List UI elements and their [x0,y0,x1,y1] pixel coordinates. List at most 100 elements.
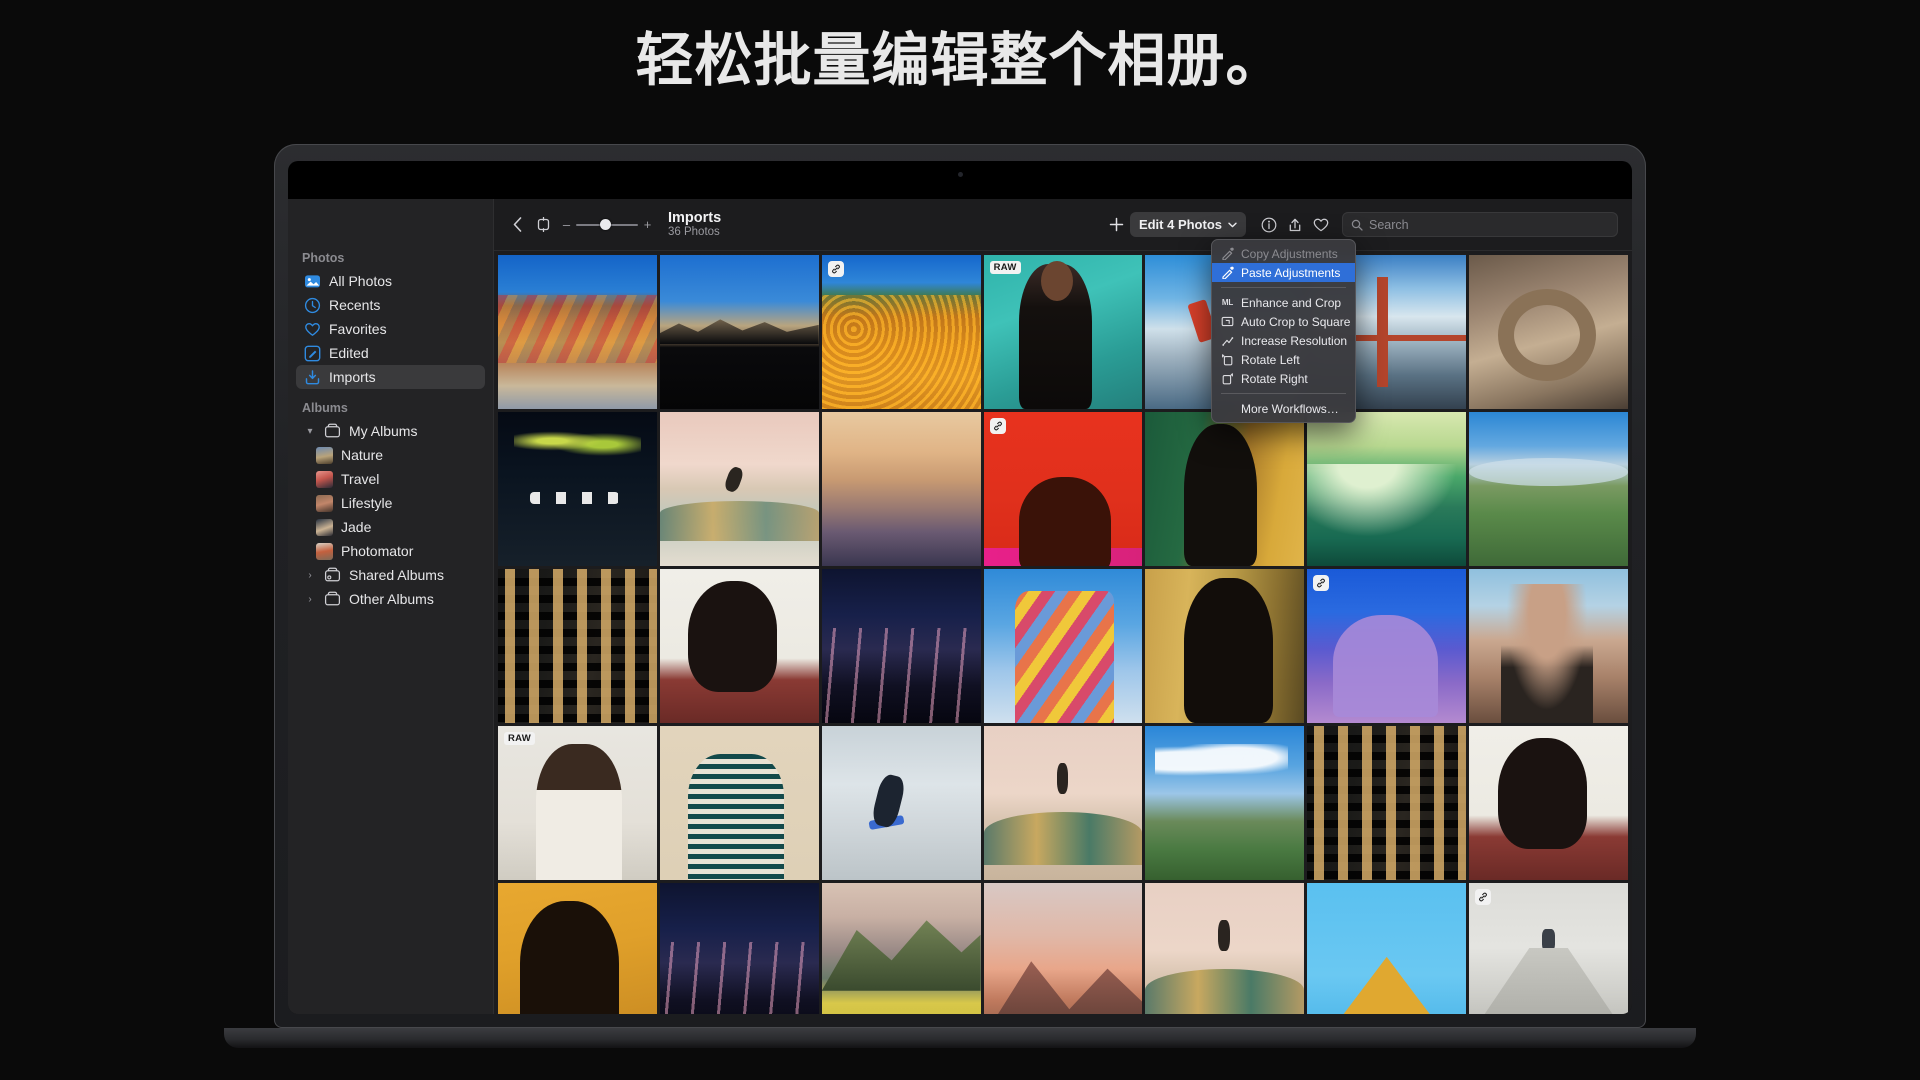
photo-thumbnail [498,569,657,723]
sidebar-item-lifestyle[interactable]: Lifestyle [296,491,485,515]
zoom-slider[interactable] [576,218,638,232]
photo-thumbnail [659,569,819,723]
photo-cell[interactable] [1145,726,1305,880]
sidebar-section-header: Albums [302,401,348,415]
photo-grid-scroll[interactable]: RAW RAW [494,251,1632,1014]
photo-cell[interactable] [821,726,981,880]
photo-cell[interactable] [659,569,819,723]
edit-photos-button[interactable]: Edit 4 Photos [1129,212,1246,237]
menu-item-enhance-and-crop[interactable]: ML Enhance and Crop [1212,293,1355,312]
webcam-icon [957,172,963,177]
photo-thumbnail [498,412,657,566]
crop-square-icon [1221,315,1234,328]
photo-cell[interactable] [1145,412,1305,566]
photo-cell[interactable]: RAW [983,255,1143,409]
photo-cell[interactable] [1145,569,1305,723]
shared-album-icon [324,567,341,584]
menu-item-copy-adjustments: Copy Adjustments [1212,244,1355,263]
sidebar-item-nature[interactable]: Nature [296,443,485,467]
sidebar-item-favorites[interactable]: Favorites [296,317,485,341]
photo-cell[interactable] [498,412,657,566]
sidebar-item-shared-albums[interactable]: › Shared Albums [296,563,485,587]
disclosure-triangle-icon[interactable]: › [304,570,316,581]
photo-cell[interactable] [659,726,819,880]
sidebar-item-jade[interactable]: Jade [296,515,485,539]
photo-cell[interactable] [1145,883,1305,1014]
thumb-nature [316,446,333,464]
sidebar-section-header: Photos [302,251,345,265]
menu-item-rotate-right[interactable]: Rotate Right [1212,369,1355,388]
photo-cell[interactable]: RAW [498,726,657,880]
menu-item-more-workflows[interactable]: More Workflows… [1212,399,1355,418]
plus-icon [1109,217,1124,232]
zoom-in-button[interactable]: + [643,217,652,232]
menu-item-increase-resolution[interactable]: Increase Resolution [1212,331,1355,350]
share-icon [1288,217,1302,233]
photo-cell[interactable] [498,255,657,409]
sidebar-item-label: Lifestyle [341,495,393,511]
sidebar-item-photomator[interactable]: Photomator [296,539,485,563]
photo-cell[interactable] [821,412,981,566]
photo-cell[interactable] [1469,412,1628,566]
photo-thumbnail [983,255,1143,409]
photo-cell[interactable] [659,255,819,409]
menu-item-rotate-left[interactable]: Rotate Left [1212,350,1355,369]
share-button[interactable] [1282,212,1308,238]
photo-cell[interactable] [498,569,657,723]
photo-cell[interactable] [1307,569,1467,723]
back-button[interactable] [504,212,530,238]
photo-thumbnail [659,255,819,409]
linked-badge-icon [827,261,844,277]
page-headline: 轻松批量编辑整个相册。 [635,28,1285,93]
search-input[interactable]: Search [1369,218,1409,232]
photo-cell[interactable] [983,726,1143,880]
raw-badge: RAW [989,261,1021,275]
photo-cell[interactable] [1469,883,1628,1014]
photo-cell[interactable] [1307,412,1467,566]
favorite-button[interactable] [1308,212,1334,238]
photo-grid: RAW RAW [498,255,1632,1014]
import-icon [304,369,321,386]
sidebar-item-recents[interactable]: Recents [296,293,485,317]
photo-cell[interactable] [1469,726,1628,880]
sidebar-item-all-photos[interactable]: All Photos [296,269,485,293]
sidebar-item-label: All Photos [329,273,393,289]
zoom-slider-knob[interactable] [600,219,611,230]
menu-item-paste-adjustments[interactable]: Paste Adjustments [1212,263,1355,282]
photo-cell[interactable] [1307,726,1467,880]
sidebar-item-travel[interactable]: Travel [296,467,485,491]
photo-cell[interactable] [659,883,819,1014]
photo-cell[interactable] [983,569,1143,723]
sidebar-item-label: Nature [341,447,384,463]
photo-cell[interactable] [498,883,657,1014]
sidebar-item-my-albums[interactable]: ▾ My Albums [296,419,485,443]
search-icon [1351,219,1363,231]
search-field[interactable]: Search [1342,212,1618,237]
menu-item-auto-crop-to-square[interactable]: Auto Crop to Square [1212,312,1355,331]
info-button[interactable] [1256,212,1282,238]
zoom-control[interactable]: – + [562,217,652,232]
photo-cell[interactable] [983,883,1143,1014]
photo-cell[interactable] [1469,255,1628,409]
photo-cell[interactable] [821,255,981,409]
photo-cell[interactable] [983,412,1143,566]
photo-thumbnail [659,726,819,880]
photo-cell[interactable] [821,569,981,723]
photo-cell[interactable] [1307,883,1467,1014]
sidebar-item-imports[interactable]: Imports [296,365,485,389]
photo-thumbnail [1145,726,1305,880]
photo-cell[interactable] [821,883,981,1014]
photo-thumbnail [1145,569,1305,723]
edit-photos-menu[interactable]: Copy Adjustments Paste Adjustments ML Enh… [1211,239,1356,423]
sidebar-item-other-albums[interactable]: › Other Albums [296,587,485,611]
photo-cell[interactable] [659,412,819,566]
photo-cell[interactable] [1469,569,1628,723]
photo-thumbnail [1469,883,1628,1014]
zoom-out-button[interactable]: – [562,217,571,232]
disclosure-triangle-icon[interactable]: › [304,594,316,605]
add-button[interactable] [1104,212,1130,238]
disclosure-triangle-icon[interactable]: ▾ [304,426,316,437]
sidebar-item-edited[interactable]: Edited [296,341,485,365]
photos-app-window: Photos All Photos Recents Favorites Edit… [288,199,1632,1014]
sidebar-toggle-button[interactable] [530,212,556,238]
